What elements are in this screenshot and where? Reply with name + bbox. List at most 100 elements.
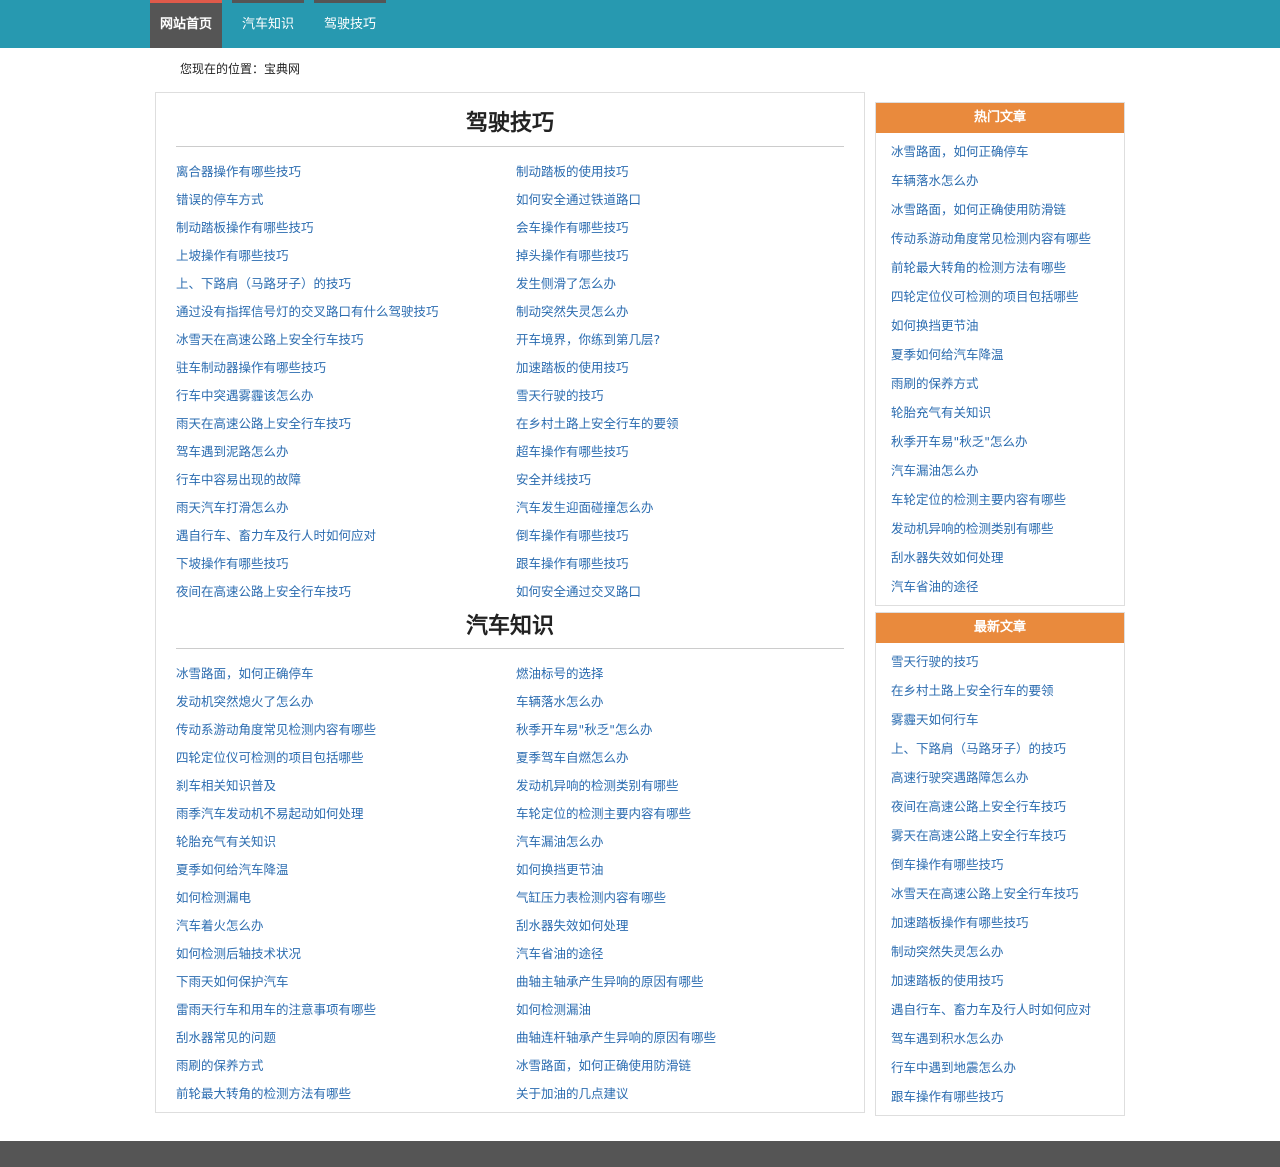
article-link[interactable]: 雷雨天行车和用车的注意事项有哪些 xyxy=(176,996,506,1024)
latest-article-link[interactable]: 夜间在高速公路上安全行车技巧 xyxy=(891,794,1124,823)
article-link[interactable]: 如何安全通过铁道路口 xyxy=(516,186,846,214)
article-link[interactable]: 跟车操作有哪些技巧 xyxy=(516,550,846,578)
article-link[interactable]: 气缸压力表检测内容有哪些 xyxy=(516,884,846,912)
latest-article-link[interactable]: 驾车遇到积水怎么办 xyxy=(891,1026,1124,1055)
article-link[interactable]: 燃油标号的选择 xyxy=(516,660,846,688)
article-link[interactable]: 汽车漏油怎么办 xyxy=(516,828,846,856)
article-link[interactable]: 四轮定位仪可检测的项目包括哪些 xyxy=(176,744,506,772)
latest-article-link[interactable]: 雾天在高速公路上安全行车技巧 xyxy=(891,823,1124,852)
article-link[interactable]: 超车操作有哪些技巧 xyxy=(516,438,846,466)
article-link[interactable]: 上坡操作有哪些技巧 xyxy=(176,242,506,270)
article-link[interactable]: 雪天行驶的技巧 xyxy=(516,382,846,410)
article-link[interactable]: 在乡村土路上安全行车的要领 xyxy=(516,410,846,438)
latest-article-link[interactable]: 倒车操作有哪些技巧 xyxy=(891,852,1124,881)
latest-article-link[interactable]: 雪天行驶的技巧 xyxy=(891,649,1124,678)
article-link[interactable]: 下雨天如何保护汽车 xyxy=(176,968,506,996)
article-link[interactable]: 如何换挡更节油 xyxy=(516,856,846,884)
breadcrumb-home-link[interactable]: 宝典网 xyxy=(264,62,300,76)
hot-article-link[interactable]: 汽车省油的途径 xyxy=(891,574,1124,603)
article-link[interactable]: 刮水器失效如何处理 xyxy=(516,912,846,940)
article-link[interactable]: 如何检测后轴技术状况 xyxy=(176,940,506,968)
article-link[interactable]: 雨季汽车发动机不易起动如何处理 xyxy=(176,800,506,828)
article-link[interactable]: 如何检测漏电 xyxy=(176,884,506,912)
article-link[interactable]: 如何安全通过交叉路口 xyxy=(516,578,846,606)
article-link[interactable]: 如何检测漏油 xyxy=(516,996,846,1024)
article-link[interactable]: 安全并线技巧 xyxy=(516,466,846,494)
article-link[interactable]: 制动踏板的使用技巧 xyxy=(516,158,846,186)
article-link[interactable]: 制动踏板操作有哪些技巧 xyxy=(176,214,506,242)
article-link[interactable]: 下坡操作有哪些技巧 xyxy=(176,550,506,578)
article-link[interactable]: 刮水器常见的问题 xyxy=(176,1024,506,1052)
hot-article-link[interactable]: 传动系游动角度常见检测内容有哪些 xyxy=(891,226,1124,255)
article-link[interactable]: 冰雪天在高速公路上安全行车技巧 xyxy=(176,326,506,354)
latest-article-link[interactable]: 加速踏板操作有哪些技巧 xyxy=(891,910,1124,939)
article-link[interactable]: 刹车相关知识普及 xyxy=(176,772,506,800)
article-link[interactable]: 冰雪路面，如何正确停车 xyxy=(176,660,506,688)
hot-article-link[interactable]: 轮胎充气有关知识 xyxy=(891,400,1124,429)
article-link[interactable]: 行车中容易出现的故障 xyxy=(176,466,506,494)
article-link[interactable]: 发动机异响的检测类别有哪些 xyxy=(516,772,846,800)
article-link[interactable]: 错误的停车方式 xyxy=(176,186,506,214)
latest-article-link[interactable]: 高速行驶突遇路障怎么办 xyxy=(891,765,1124,794)
article-link[interactable]: 车辆落水怎么办 xyxy=(516,688,846,716)
article-link[interactable]: 会车操作有哪些技巧 xyxy=(516,214,846,242)
hot-article-link[interactable]: 四轮定位仪可检测的项目包括哪些 xyxy=(891,284,1124,313)
article-link[interactable]: 倒车操作有哪些技巧 xyxy=(516,522,846,550)
hot-article-link[interactable]: 发动机异响的检测类别有哪些 xyxy=(891,516,1124,545)
article-link[interactable]: 发生侧滑了怎么办 xyxy=(516,270,846,298)
nav-car-knowledge[interactable]: 汽车知识 xyxy=(232,0,304,48)
hot-article-link[interactable]: 车轮定位的检测主要内容有哪些 xyxy=(891,487,1124,516)
article-link[interactable]: 驾车遇到泥路怎么办 xyxy=(176,438,506,466)
article-link[interactable]: 车轮定位的检测主要内容有哪些 xyxy=(516,800,846,828)
article-link[interactable]: 汽车发生迎面碰撞怎么办 xyxy=(516,494,846,522)
hot-article-link[interactable]: 车辆落水怎么办 xyxy=(891,168,1124,197)
latest-article-link[interactable]: 跟车操作有哪些技巧 xyxy=(891,1084,1124,1113)
hot-article-link[interactable]: 汽车漏油怎么办 xyxy=(891,458,1124,487)
article-link[interactable]: 汽车着火怎么办 xyxy=(176,912,506,940)
article-link[interactable]: 关于加油的几点建议 xyxy=(516,1080,846,1108)
hot-article-link[interactable]: 前轮最大转角的检测方法有哪些 xyxy=(891,255,1124,284)
article-link[interactable]: 通过没有指挥信号灯的交叉路口有什么驾驶技巧 xyxy=(176,298,506,326)
article-link[interactable]: 发动机突然熄火了怎么办 xyxy=(176,688,506,716)
article-link[interactable]: 轮胎充气有关知识 xyxy=(176,828,506,856)
article-link[interactable]: 秋季开车易"秋乏"怎么办 xyxy=(516,716,846,744)
hot-article-link[interactable]: 冰雪路面，如何正确使用防滑链 xyxy=(891,197,1124,226)
article-link[interactable]: 夜间在高速公路上安全行车技巧 xyxy=(176,578,506,606)
article-link[interactable]: 加速踏板的使用技巧 xyxy=(516,354,846,382)
article-link[interactable]: 冰雪路面，如何正确使用防滑链 xyxy=(516,1052,846,1080)
article-link[interactable]: 行车中突遇雾霾该怎么办 xyxy=(176,382,506,410)
article-link[interactable]: 遇自行车、畜力车及行人时如何应对 xyxy=(176,522,506,550)
hot-article-link[interactable]: 冰雪路面，如何正确停车 xyxy=(891,139,1124,168)
hot-article-link[interactable]: 秋季开车易"秋乏"怎么办 xyxy=(891,429,1124,458)
latest-article-link[interactable]: 制动突然失灵怎么办 xyxy=(891,939,1124,968)
article-link[interactable]: 汽车省油的途径 xyxy=(516,940,846,968)
latest-article-link[interactable]: 冰雪天在高速公路上安全行车技巧 xyxy=(891,881,1124,910)
article-link[interactable]: 驻车制动器操作有哪些技巧 xyxy=(176,354,506,382)
hot-article-link[interactable]: 夏季如何给汽车降温 xyxy=(891,342,1124,371)
article-link[interactable]: 上、下路肩（马路牙子）的技巧 xyxy=(176,270,506,298)
latest-article-link[interactable]: 加速踏板的使用技巧 xyxy=(891,968,1124,997)
latest-article-link[interactable]: 在乡村土路上安全行车的要领 xyxy=(891,678,1124,707)
latest-article-link[interactable]: 上、下路肩（马路牙子）的技巧 xyxy=(891,736,1124,765)
latest-article-link[interactable]: 行车中遇到地震怎么办 xyxy=(891,1055,1124,1084)
nav-driving-tips[interactable]: 驾驶技巧 xyxy=(314,0,386,48)
article-link[interactable]: 前轮最大转角的检测方法有哪些 xyxy=(176,1080,506,1108)
hot-article-link[interactable]: 如何换挡更节油 xyxy=(891,313,1124,342)
article-link[interactable]: 夏季驾车自燃怎么办 xyxy=(516,744,846,772)
article-link[interactable]: 掉头操作有哪些技巧 xyxy=(516,242,846,270)
article-link[interactable]: 夏季如何给汽车降温 xyxy=(176,856,506,884)
article-link[interactable]: 雨刷的保养方式 xyxy=(176,1052,506,1080)
hot-article-link[interactable]: 刮水器失效如何处理 xyxy=(891,545,1124,574)
article-link[interactable]: 曲轴主轴承产生异响的原因有哪些 xyxy=(516,968,846,996)
article-link[interactable]: 曲轴连杆轴承产生异响的原因有哪些 xyxy=(516,1024,846,1052)
article-link[interactable]: 雨天在高速公路上安全行车技巧 xyxy=(176,410,506,438)
article-link[interactable]: 开车境界，你练到第几层? xyxy=(516,326,846,354)
latest-article-link[interactable]: 遇自行车、畜力车及行人时如何应对 xyxy=(891,997,1124,1026)
article-link[interactable]: 制动突然失灵怎么办 xyxy=(516,298,846,326)
hot-article-link[interactable]: 雨刷的保养方式 xyxy=(891,371,1124,400)
article-link[interactable]: 传动系游动角度常见检测内容有哪些 xyxy=(176,716,506,744)
article-link[interactable]: 离合器操作有哪些技巧 xyxy=(176,158,506,186)
nav-home[interactable]: 网站首页 xyxy=(150,0,222,48)
latest-article-link[interactable]: 雾霾天如何行车 xyxy=(891,707,1124,736)
article-link[interactable]: 雨天汽车打滑怎么办 xyxy=(176,494,506,522)
